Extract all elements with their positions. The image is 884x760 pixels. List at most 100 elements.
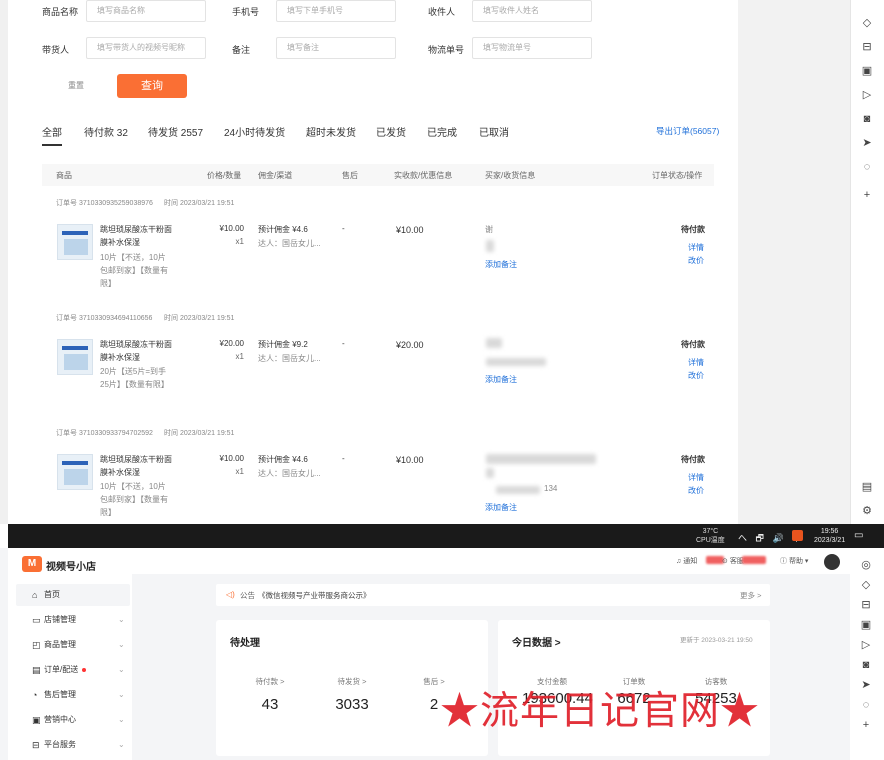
office-icon[interactable]: ▣ <box>859 618 873 632</box>
product-name[interactable]: 跳坦琐尿酸冻干粉面膜补水保湿 <box>100 223 172 249</box>
nav-label: 售后管理 <box>44 690 76 699</box>
settings-icon[interactable]: ⚙ <box>860 504 874 518</box>
product-thumbnail[interactable] <box>57 339 93 375</box>
col-received: 实收款/优惠信息 <box>394 171 453 180</box>
detail-link[interactable]: 详情 <box>688 357 704 368</box>
product-name[interactable]: 跳坦琐尿酸冻干粉面膜补水保湿 <box>100 338 172 364</box>
pending-shipment-label[interactable]: 待发货 > <box>322 676 382 687</box>
tab-completed[interactable]: 已完成 <box>427 124 457 139</box>
send-icon[interactable]: ➤ <box>859 678 873 692</box>
query-button[interactable]: 查询 <box>117 74 187 98</box>
today-title[interactable]: 今日数据 > <box>512 634 561 649</box>
outlook-icon[interactable]: ◙ <box>859 658 873 672</box>
service-button[interactable]: ⊙ 客服 <box>722 556 744 566</box>
product-spec: 20片【送5片=到手25片】【数量有限】 <box>100 367 169 389</box>
modify-price-link[interactable]: 改价 <box>688 485 704 496</box>
add-icon[interactable]: + <box>859 718 873 732</box>
play-icon[interactable]: ▷ <box>860 88 874 102</box>
nav-products[interactable]: ◰ 商品管理 ⌄ <box>16 634 130 656</box>
order-status: 待付款 <box>681 340 705 349</box>
tracking-label: 物流单号 <box>428 45 465 55</box>
bell-icon[interactable]: ◌ <box>859 698 873 712</box>
outlook-icon[interactable]: ◙ <box>860 112 874 126</box>
nav-marketing[interactable]: ▣ 营销中心 ⌄ <box>16 709 130 731</box>
nav-orders[interactable]: ▤ 订单/配送 ⌄ <box>16 659 130 681</box>
add-note-link[interactable]: 添加备注 <box>485 374 517 385</box>
product-name-input[interactable]: 填写商品名称 <box>86 0 206 22</box>
product-thumbnail[interactable] <box>57 454 93 490</box>
tab-pending-shipment[interactable]: 待发货 2557 <box>148 124 203 139</box>
col-buyer: 买家/收货信息 <box>485 171 536 180</box>
buyer-info-blurred <box>486 338 502 348</box>
tab-24h-shipment[interactable]: 24小时待发货 <box>224 124 285 139</box>
clock-time: 19:56 <box>820 528 839 535</box>
buyer-phone-tail: 134 <box>544 484 558 493</box>
send-icon[interactable]: ➤ <box>860 136 874 150</box>
add-note-link[interactable]: 添加备注 <box>485 502 517 513</box>
product-name[interactable]: 跳坦琐尿酸冻干粉面膜补水保湿 <box>100 453 172 479</box>
export-orders-link[interactable]: 导出订单(56057) <box>656 125 719 137</box>
tab-overdue[interactable]: 超时未发货 <box>306 124 356 139</box>
channel: 达人：国岳女儿... <box>258 354 321 363</box>
detail-link[interactable]: 详情 <box>688 242 704 253</box>
order-status: 待付款 <box>681 455 705 464</box>
pending-payment-label[interactable]: 待付款 > <box>240 676 300 687</box>
tray-app-icon[interactable] <box>792 530 803 541</box>
reset-button[interactable]: 重置 <box>44 76 108 96</box>
channel: 达人：国岳女儿... <box>258 239 321 248</box>
promoter-input[interactable]: 填写带货人的视频号昵称 <box>86 37 206 59</box>
tag-icon[interactable]: ◇ <box>860 16 874 30</box>
notice-more-link[interactable]: 更多 > <box>740 590 761 601</box>
help-label: 帮助 <box>788 558 803 565</box>
add-icon[interactable]: + <box>860 188 874 202</box>
commission: 预计佣金 ¥4.6 <box>258 455 308 464</box>
bell-icon[interactable]: ◌ <box>860 160 874 174</box>
shop-sidebar: M 视频号小店 ⌂ 首页 ▭ 店铺管理 ⌄ ◰ 商品管理 ⌄ ▤ 订单/配送 ⌄ ◔ 售后管理 ⌄… <box>8 548 132 760</box>
nav-aftersale[interactable]: ◔ 售后管理 ⌄ <box>16 684 130 706</box>
tab-pending-payment[interactable]: 待付款 32 <box>84 124 128 139</box>
product-thumbnail[interactable] <box>57 224 93 260</box>
help-button[interactable]: ⓘ 帮助 ▾ <box>780 556 808 566</box>
notify-button[interactable]: ♫ 通知 <box>676 556 697 566</box>
play-icon[interactable]: ▷ <box>859 638 873 652</box>
updated-time: 更新于 2023-03-21 19:50 <box>680 637 753 644</box>
add-note-link[interactable]: 添加备注 <box>485 259 517 270</box>
order-time: 时间 2023/03/21 19:51 <box>164 430 235 437</box>
order-number: 订单号 3710330934694110656 <box>56 315 153 322</box>
notification-icon[interactable]: ▭ <box>854 530 863 541</box>
office-icon[interactable]: ▣ <box>860 64 874 78</box>
toolbox-icon[interactable]: ⊟ <box>859 598 873 612</box>
unread-dot <box>82 667 87 672</box>
megaphone-icon: ◁) <box>226 590 235 599</box>
tab-cancelled[interactable]: 已取消 <box>479 124 509 139</box>
pending-payment-value[interactable]: 43 <box>240 696 300 713</box>
order-list-window: 商品名称 填写商品名称 手机号 填写下单手机号 收件人 填写收件人姓名 带货人 … <box>0 0 884 524</box>
chat-icon[interactable]: ◎ <box>859 558 873 572</box>
clock[interactable]: 19:56 2023/3/21 <box>814 527 845 545</box>
tab-all[interactable]: 全部 <box>42 124 62 146</box>
detail-link[interactable]: 详情 <box>688 472 704 483</box>
order-number: 订单号 3710330935259038976 <box>56 200 153 207</box>
avatar[interactable] <box>824 554 840 570</box>
modify-price-link[interactable]: 改价 <box>688 370 704 381</box>
aftersale: - <box>342 224 345 233</box>
windows-taskbar: 37°C CPU温度 へ 🗗 🔊 中 19:56 2023/3/21 ▭ <box>8 524 884 548</box>
commission: 预计佣金 ¥9.2 <box>258 340 308 349</box>
tag-icon[interactable]: ◇ <box>859 578 873 592</box>
notice-text[interactable]: 《微信视频号产业带服务商公示》 <box>258 590 371 601</box>
pending-shipment-value[interactable]: 3033 <box>322 696 382 713</box>
nav-store[interactable]: ▭ 店铺管理 ⌄ <box>16 609 130 631</box>
modify-price-link[interactable]: 改价 <box>688 255 704 266</box>
nav-platform[interactable]: ⊟ 平台服务 ⌄ <box>16 734 130 756</box>
phone-input[interactable]: 填写下单手机号 <box>276 0 396 22</box>
receiver-input[interactable]: 填写收件人姓名 <box>472 0 592 22</box>
notice-bar[interactable]: ◁) 公告 《微信视频号产业带服务商公示》 更多 > <box>216 584 770 606</box>
nav-home[interactable]: ⌂ 首页 <box>16 584 130 606</box>
panel-icon[interactable]: ▤ <box>860 480 874 494</box>
remark-input[interactable]: 填写备注 <box>276 37 396 59</box>
nav-label: 营销中心 <box>44 715 76 724</box>
right-gray-area <box>738 0 850 524</box>
tracking-input[interactable]: 填写物流单号 <box>472 37 592 59</box>
toolbox-icon[interactable]: ⊟ <box>860 40 874 54</box>
tab-shipped[interactable]: 已发货 <box>376 124 406 139</box>
